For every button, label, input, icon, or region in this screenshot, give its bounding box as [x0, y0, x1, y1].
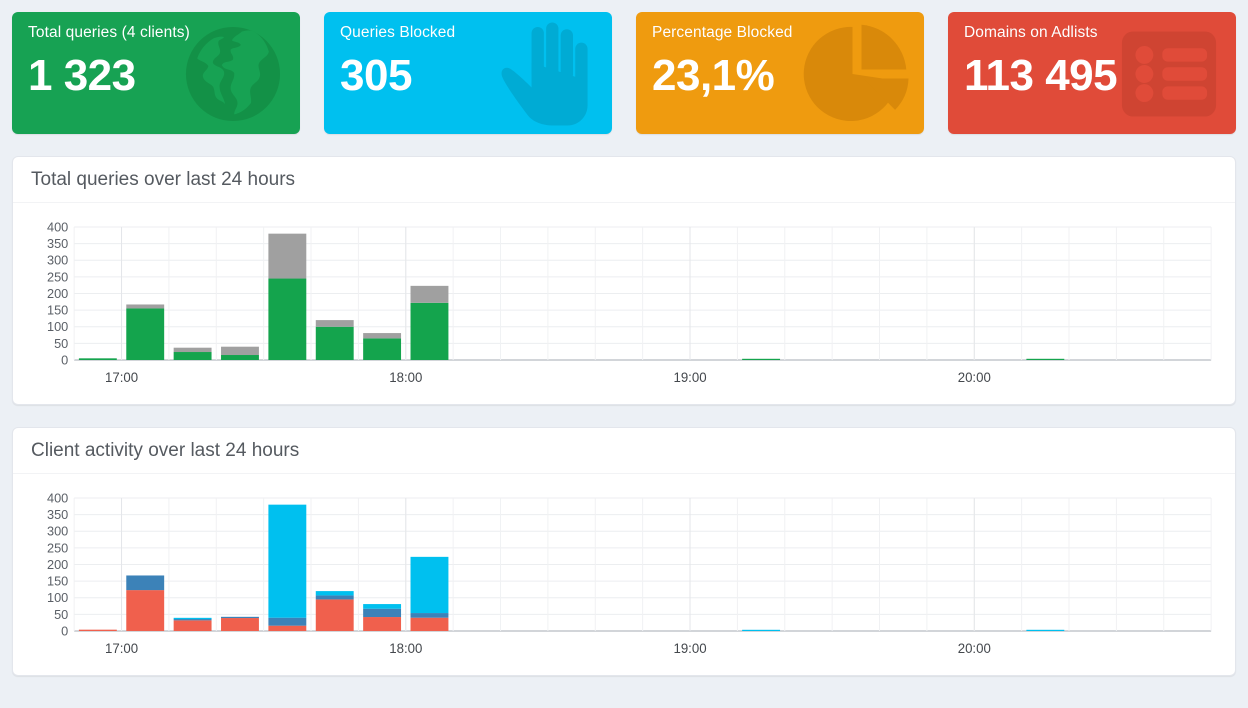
panel-title: Client activity over last 24 hours: [31, 440, 300, 461]
x-axis-tick: 17:00: [105, 370, 138, 385]
bar-segment[interactable]: [363, 333, 402, 339]
bar-segment[interactable]: [268, 504, 307, 618]
bar-segment[interactable]: [410, 613, 449, 618]
stat-card-total-queries[interactable]: Total queries (4 clients) 1 323: [12, 12, 300, 134]
x-axis-tick: 20:00: [958, 641, 991, 656]
stat-card-queries-blocked[interactable]: Queries Blocked 305: [324, 12, 612, 134]
bar-segment[interactable]: [221, 618, 259, 631]
panel-body: 0 50 100 150 200 250 300 350 400 17:00 18:00 19:00 2…: [13, 474, 1235, 675]
y-axis-tick: 300: [47, 253, 68, 268]
bar-segment[interactable]: [410, 302, 449, 360]
bar-segment[interactable]: [268, 617, 307, 626]
stat-title: Domains on Adlists: [964, 24, 1098, 41]
bar-segment[interactable]: [363, 608, 402, 618]
bar-segment[interactable]: [742, 629, 781, 631]
bar-segment[interactable]: [1026, 358, 1065, 360]
y-axis-tick: 350: [47, 236, 68, 251]
y-axis-tick: 150: [47, 303, 68, 318]
stat-value: 113 495: [964, 51, 1118, 100]
stats-row: Total queries (4 clients) 1 323 Queries …: [12, 12, 1236, 134]
bar-segment[interactable]: [410, 556, 449, 614]
bar-segment[interactable]: [410, 285, 449, 303]
y-axis-tick: 50: [54, 607, 68, 622]
bar-segment[interactable]: [173, 352, 212, 360]
y-axis-tick: 50: [54, 336, 68, 351]
bar-segment[interactable]: [126, 590, 165, 631]
stat-title: Percentage Blocked: [652, 24, 793, 41]
bar-segment[interactable]: [1026, 629, 1065, 631]
stat-card-percentage-blocked[interactable]: Percentage Blocked 23,1%: [636, 12, 924, 134]
y-axis-tick: 150: [47, 574, 68, 589]
bar-segment[interactable]: [221, 355, 259, 360]
x-axis-tick: 19:00: [673, 370, 706, 385]
bar-segment[interactable]: [173, 619, 212, 621]
bar-segment[interactable]: [173, 347, 212, 353]
y-axis-tick: 100: [47, 319, 68, 334]
panel-header: Total queries over last 24 hours: [13, 157, 1235, 203]
bar-segment[interactable]: [268, 625, 307, 631]
bar-segment[interactable]: [173, 617, 212, 620]
bar-segment[interactable]: [742, 358, 781, 360]
y-axis-tick: 400: [47, 490, 68, 505]
bar-segment[interactable]: [315, 320, 354, 327]
bar-segment[interactable]: [126, 304, 165, 309]
bar-segment[interactable]: [315, 591, 354, 596]
y-axis-tick: 0: [61, 623, 68, 638]
panel-body: 0 50 100 150 200 250 300 350 400 17:00 18:00 19:00 2…: [13, 203, 1235, 404]
y-axis-tick: 350: [47, 507, 68, 522]
x-axis-tick: 19:00: [673, 641, 706, 656]
bar-segment[interactable]: [410, 617, 449, 631]
bar-segment[interactable]: [173, 620, 212, 631]
y-axis-tick: 0: [61, 352, 68, 367]
stat-card-domains-on-adlists[interactable]: Domains on Adlists 113 495: [948, 12, 1236, 134]
bar-segment[interactable]: [315, 326, 354, 360]
y-axis-tick: 250: [47, 269, 68, 284]
y-axis-tick: 250: [47, 540, 68, 555]
y-axis-tick: 200: [47, 557, 68, 572]
x-axis-tick: 17:00: [105, 641, 138, 656]
y-axis-tick: 400: [47, 219, 68, 234]
bar-segment[interactable]: [268, 278, 307, 360]
y-axis-tick: 200: [47, 286, 68, 301]
y-axis-tick: 100: [47, 590, 68, 605]
stat-value: 23,1%: [652, 51, 775, 100]
bar-segment[interactable]: [221, 346, 259, 356]
chart-client-activity[interactable]: 0 50 100 150 200 250 300 350 400 17:00 18:00 19:00 2…: [29, 488, 1219, 663]
x-axis-tick: 20:00: [958, 370, 991, 385]
bar-segment[interactable]: [363, 338, 402, 360]
bar-segment[interactable]: [78, 629, 117, 631]
stat-value: 305: [340, 51, 412, 100]
x-axis-tick: 18:00: [389, 370, 422, 385]
panel-header: Client activity over last 24 hours: [13, 428, 1235, 474]
bar-segment[interactable]: [78, 358, 117, 360]
bar-segment[interactable]: [363, 604, 402, 609]
bar-segment[interactable]: [315, 595, 354, 600]
x-axis-tick: 18:00: [389, 641, 422, 656]
chart-total-queries[interactable]: 0 50 100 150 200 250 300 350 400 17:00 18:00 19:00 2…: [29, 217, 1219, 392]
dashboard-page: Total queries (4 clients) 1 323 Queries …: [0, 0, 1248, 708]
panel-title: Total queries over last 24 hours: [31, 169, 296, 190]
panel-client-activity: Client activity over last 24 hours 0 50 10…: [12, 427, 1236, 676]
bar-segment[interactable]: [363, 617, 402, 631]
y-axis-tick: 300: [47, 524, 68, 539]
bar-segment[interactable]: [126, 575, 165, 591]
stat-title: Total queries (4 clients): [28, 24, 190, 41]
stat-value: 1 323: [28, 51, 136, 100]
bar-segment[interactable]: [268, 233, 307, 279]
panel-total-queries: Total queries over last 24 hours 0 50 100 1…: [12, 156, 1236, 405]
stat-title: Queries Blocked: [340, 24, 456, 41]
bar-segment[interactable]: [126, 308, 165, 360]
bar-segment[interactable]: [315, 599, 354, 631]
bar-segment[interactable]: [221, 616, 259, 619]
